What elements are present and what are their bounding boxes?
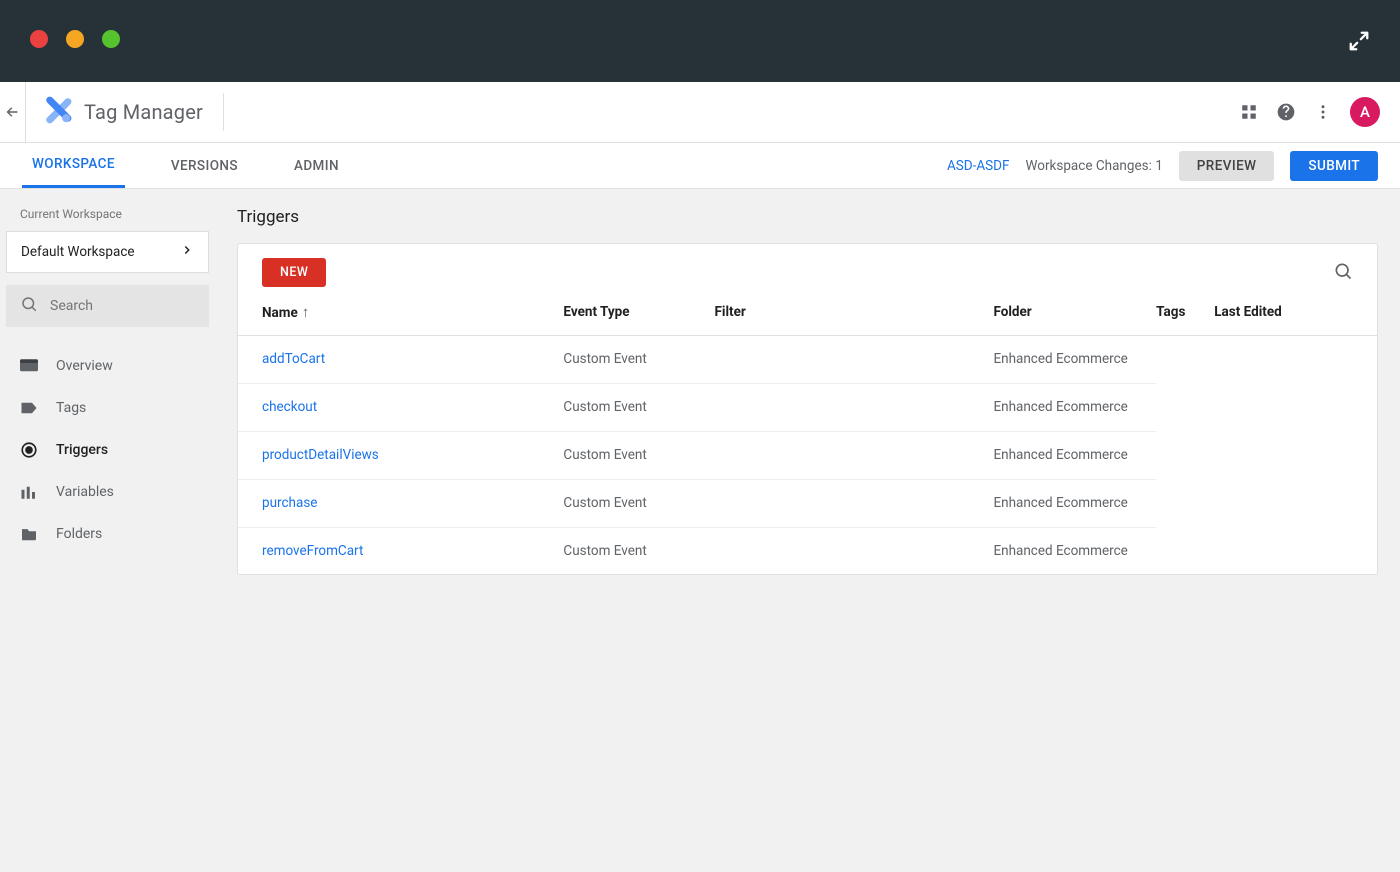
folder-cell: Enhanced Ecommerce <box>993 479 1156 527</box>
sidebar-item-variables[interactable]: Variables <box>6 471 209 513</box>
main-area: Current Workspace Default Workspace Sear… <box>0 189 1400 872</box>
window-traffic-lights <box>30 30 120 48</box>
event-type-cell: Custom Event <box>563 479 714 527</box>
container-id-link[interactable]: ASD-ASDF <box>947 158 1010 174</box>
tab-versions[interactable]: VERSIONS <box>161 143 248 188</box>
window-minimize-button[interactable] <box>66 30 84 48</box>
window-close-button[interactable] <box>30 30 48 48</box>
event-type-cell: Custom Event <box>563 431 714 479</box>
fullscreen-icon[interactable] <box>1348 30 1370 56</box>
filter-cell <box>715 431 994 479</box>
panel-search-icon[interactable] <box>1333 261 1353 285</box>
sidebar-workspace-heading: Current Workspace <box>20 207 209 221</box>
submit-button[interactable]: SUBMIT <box>1290 151 1378 181</box>
sidebar: Current Workspace Default Workspace Sear… <box>0 189 215 872</box>
filter-cell <box>715 527 994 574</box>
trigger-name-cell[interactable]: checkout <box>238 383 563 431</box>
triggers-table: Name↑ Event Type Filter Folder Tags Last… <box>238 293 1377 574</box>
tab-admin[interactable]: ADMIN <box>284 143 349 188</box>
new-button[interactable]: NEW <box>262 258 326 287</box>
help-icon[interactable] <box>1276 102 1296 122</box>
sidebar-item-overview[interactable]: Overview <box>6 345 209 387</box>
folder-cell: Enhanced Ecommerce <box>993 383 1156 431</box>
last-edited-cell <box>1214 336 1377 575</box>
sort-asc-icon: ↑ <box>302 303 310 321</box>
sidebar-search[interactable]: Search <box>6 285 209 327</box>
filter-cell <box>715 336 994 384</box>
nav-label: Triggers <box>56 442 108 458</box>
back-button[interactable] <box>0 82 26 142</box>
filter-cell <box>715 383 994 431</box>
folder-icon <box>20 525 38 543</box>
overview-icon <box>20 357 38 375</box>
col-header-event-type[interactable]: Event Type <box>563 293 714 336</box>
trigger-name-cell[interactable]: productDetailViews <box>238 431 563 479</box>
event-type-cell: Custom Event <box>563 383 714 431</box>
nav-label: Folders <box>56 526 102 542</box>
table-row[interactable]: addToCartCustom Event Enhanced Ecommerce <box>238 336 1377 384</box>
tag-icon <box>20 399 38 417</box>
event-type-cell: Custom Event <box>563 527 714 574</box>
more-vert-icon[interactable] <box>1314 103 1332 121</box>
sidebar-item-folders[interactable]: Folders <box>6 513 209 555</box>
workspace-name: Default Workspace <box>21 244 135 260</box>
filter-cell <box>715 479 994 527</box>
tab-workspace[interactable]: WORKSPACE <box>22 143 125 188</box>
trigger-name-cell[interactable]: purchase <box>238 479 563 527</box>
trigger-name-cell[interactable]: removeFromCart <box>238 527 563 574</box>
search-icon <box>20 295 38 317</box>
app-logo-section: Tag Manager <box>44 93 224 130</box>
search-placeholder: Search <box>50 298 93 314</box>
col-header-filter[interactable]: Filter <box>715 293 994 336</box>
content-area: Triggers NEW Name↑ Event Type Filter Fol… <box>215 189 1400 872</box>
page-title: Triggers <box>237 207 1378 227</box>
sidebar-item-triggers[interactable]: Triggers <box>6 429 209 471</box>
tags-cell <box>1156 336 1214 575</box>
col-header-name[interactable]: Name↑ <box>238 293 563 336</box>
variables-icon <box>20 483 38 501</box>
folder-cell: Enhanced Ecommerce <box>993 431 1156 479</box>
tab-bar: WORKSPACE VERSIONS ADMIN ASD-ASDF Worksp… <box>0 143 1400 189</box>
apps-icon[interactable] <box>1240 103 1258 121</box>
chevron-right-icon <box>180 243 194 261</box>
window-titlebar <box>0 0 1400 82</box>
event-type-cell: Custom Event <box>563 336 714 384</box>
col-header-tags[interactable]: Tags <box>1156 293 1214 336</box>
folder-cell: Enhanced Ecommerce <box>993 336 1156 384</box>
col-header-folder[interactable]: Folder <box>993 293 1156 336</box>
sidebar-item-tags[interactable]: Tags <box>6 387 209 429</box>
app-header: Tag Manager A <box>0 82 1400 143</box>
trigger-icon <box>20 441 38 459</box>
header-actions: A <box>1240 97 1380 127</box>
col-name-label: Name <box>262 305 298 321</box>
nav-label: Overview <box>56 358 113 374</box>
user-avatar[interactable]: A <box>1350 97 1380 127</box>
nav-label: Variables <box>56 484 114 500</box>
preview-button[interactable]: PREVIEW <box>1179 151 1275 181</box>
tag-manager-logo-icon <box>44 96 72 128</box>
col-header-last-edited[interactable]: Last Edited <box>1214 293 1377 336</box>
nav-label: Tags <box>56 400 86 416</box>
trigger-name-cell[interactable]: addToCart <box>238 336 563 384</box>
folder-cell: Enhanced Ecommerce <box>993 527 1156 574</box>
workspace-selector[interactable]: Default Workspace <box>6 231 209 273</box>
workspace-changes-label: Workspace Changes: 1 <box>1026 158 1163 174</box>
triggers-panel: NEW Name↑ Event Type Filter Folder Tags <box>237 243 1378 575</box>
app-title: Tag Manager <box>84 100 203 124</box>
window-maximize-button[interactable] <box>102 30 120 48</box>
